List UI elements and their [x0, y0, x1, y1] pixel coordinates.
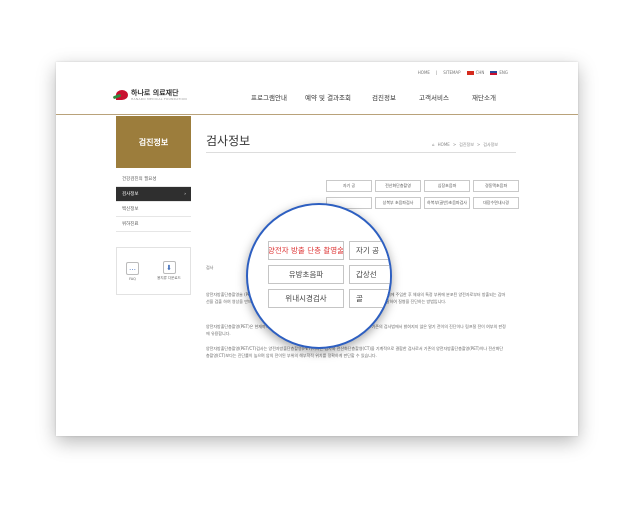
download-icon: ⬇ — [162, 261, 176, 274]
logo-icon — [116, 90, 128, 100]
description-paragraph: 양전자방출단층촬영(PET/CT)검사는 양전자방출단층촬영(PET)이라는 검… — [206, 346, 504, 358]
nav-reservation[interactable]: 예약 및 결과조회 — [297, 92, 359, 102]
logo[interactable]: 하나로 의료재단 HANARO MEDICAL FOUNDATION — [116, 89, 187, 101]
nav-program[interactable]: 프로그램안내 — [241, 92, 297, 102]
gastroscopy-button[interactable]: 위내시경검사 — [268, 289, 344, 308]
sidebar-item-vaccine[interactable]: 백신정보 — [116, 202, 191, 217]
page-title: 검사정보 — [206, 134, 251, 148]
magnifier-lens: 양전자 방출 단층 촬영술 자기 공 유방초음파 갑상선 위내시경검사 골 — [246, 203, 392, 349]
nav-customer[interactable]: 고객서비스 — [409, 92, 459, 102]
sitemap-link[interactable]: SITEMAP — [443, 70, 460, 75]
info-prefix: 검사 — [206, 265, 214, 270]
us-flag-icon — [490, 71, 498, 75]
test-button[interactable]: 경동맥초음파 — [473, 180, 519, 192]
lang-en[interactable]: ENG — [490, 70, 508, 75]
download-button[interactable]: ⬇ 용지류 다운로드 — [157, 261, 181, 281]
test-button[interactable]: 자기 공 — [326, 180, 372, 192]
sidebar-menu: 건강검진의 필요성 검사정보 백신정보 위하진료 — [116, 172, 191, 232]
title-divider — [206, 152, 516, 153]
sidebar-item-necessity[interactable]: 건강검진의 필요성 — [116, 172, 191, 187]
home-icon: ⌂ — [432, 142, 435, 147]
logo-sub: HANARO MEDICAL FOUNDATION — [131, 97, 187, 101]
main-nav: 프로그램안내 예약 및 결과조회 검진정보 고객서비스 재단소개 — [241, 92, 509, 102]
test-button[interactable]: 전산화단층촬영 — [375, 180, 421, 192]
china-flag-icon — [466, 71, 474, 75]
nav-checkup-info[interactable]: 검진정보 — [359, 92, 409, 102]
nav-about[interactable]: 재단소개 — [459, 92, 509, 102]
breadcrumb: ⌂ HOME > 검진정보 > 검사정보 — [432, 142, 498, 147]
breast-ultrasound-button[interactable]: 유방초음파 — [268, 265, 344, 284]
header-divider — [56, 114, 578, 115]
test-button[interactable]: 상복부 초음파검사 — [375, 197, 421, 209]
browser-frame: HOME | SITEMAP CHN ENG 하나로 의료재단 HANARO M… — [56, 62, 578, 436]
home-link[interactable]: HOME — [418, 70, 430, 75]
test-button[interactable]: 하복부(골반)초음파검사 — [424, 197, 470, 209]
test-button[interactable]: 대장수면내시경 — [473, 197, 519, 209]
lang-cn[interactable]: CHN — [466, 70, 484, 75]
bone-button[interactable]: 골 — [349, 289, 390, 308]
test-button-grid: 자기 공 전산화단층촬영 심장초음파 경동맥초음파 상복부 초음파검사 하복부(… — [326, 180, 519, 209]
pet-button[interactable]: 양전자 방출 단층 촬영술 — [268, 241, 344, 260]
thyroid-button[interactable]: 갑상선 — [349, 265, 390, 284]
utility-bar: HOME | SITEMAP CHN ENG — [417, 70, 508, 75]
sidebar-item-test-info[interactable]: 검사정보 — [116, 187, 191, 202]
mri-button[interactable]: 자기 공 — [349, 241, 390, 260]
faq-button[interactable]: … FAQ — [126, 261, 139, 281]
sidebar-title: 검진정보 — [116, 116, 191, 168]
chat-icon: … — [126, 261, 139, 275]
quick-links: … FAQ ⬇ 용지류 다운로드 — [116, 247, 191, 295]
logo-name: 하나로 의료재단 — [131, 89, 179, 97]
test-button[interactable]: 심장초음파 — [424, 180, 470, 192]
sidebar-item-clinic[interactable]: 위하진료 — [116, 217, 191, 232]
